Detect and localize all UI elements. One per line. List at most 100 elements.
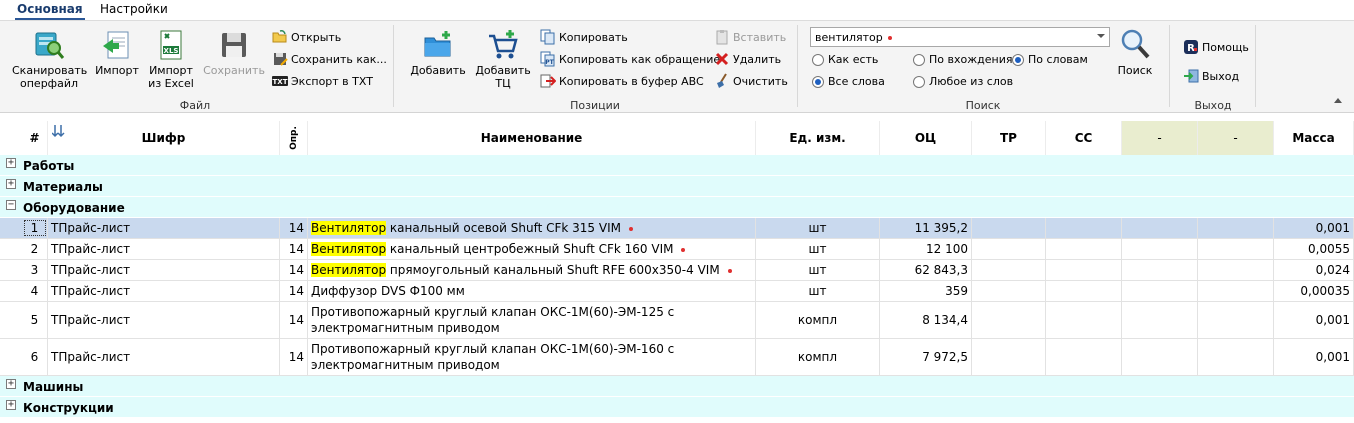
cell-opr[interactable]: 14 xyxy=(280,339,308,375)
copy-as-reference-button[interactable]: PT Копировать как обращение xyxy=(540,50,720,68)
col-dash-2[interactable]: - xyxy=(1198,121,1274,155)
copy-button[interactable]: Копировать xyxy=(540,28,628,46)
cell-name[interactable]: Противопожарный круглый клапан ОКС-1М(60… xyxy=(308,339,756,375)
export-txt-button[interactable]: TXT Экспорт в TXT xyxy=(272,72,373,90)
expand-icon[interactable]: + xyxy=(6,379,16,389)
group-row-works[interactable]: + Работы xyxy=(0,155,1354,176)
table-row[interactable]: 6 ТПрайс-лист 14 Противопожарный круглый кл… xyxy=(0,339,1354,376)
cell-dash-2[interactable] xyxy=(1198,281,1274,301)
clear-button[interactable]: Очистить xyxy=(714,72,788,90)
col-num[interactable]: # xyxy=(22,121,48,155)
cell-cc[interactable] xyxy=(1046,302,1122,338)
import-excel-button[interactable]: XLS Импорт из Excel xyxy=(146,29,196,90)
cell-opr[interactable]: 14 xyxy=(280,239,308,259)
cell-tr[interactable] xyxy=(972,302,1046,338)
col-name[interactable]: Наименование xyxy=(308,121,756,155)
cell-num[interactable]: 4 xyxy=(22,281,48,301)
cell-oc[interactable]: 11 395,2 xyxy=(880,218,972,238)
cell-tr[interactable] xyxy=(972,339,1046,375)
delete-button[interactable]: Удалить xyxy=(714,50,781,68)
col-oc[interactable]: ОЦ xyxy=(880,121,972,155)
cell-code[interactable]: ТПрайс-лист xyxy=(48,281,280,301)
cell-tr[interactable] xyxy=(972,281,1046,301)
table-row[interactable]: 1 ТПрайс-лист 14 Вентилятор канальный осево… xyxy=(0,218,1354,239)
cell-cc[interactable] xyxy=(1046,239,1122,259)
cell-dash-1[interactable] xyxy=(1122,239,1198,259)
table-row[interactable]: 4 ТПрайс-лист 14 Диффузор DVS Ф100 мм шт 359 0… xyxy=(0,281,1354,302)
col-tr[interactable]: ТР xyxy=(972,121,1046,155)
collapse-ribbon-icon[interactable] xyxy=(1334,98,1342,103)
cell-dash-1[interactable] xyxy=(1122,339,1198,375)
cell-code[interactable]: ТПрайс-лист xyxy=(48,218,280,238)
cell-oc[interactable]: 7 972,5 xyxy=(880,339,972,375)
search-input[interactable]: вентилятор xyxy=(810,27,1110,47)
sort-icon[interactable] xyxy=(52,124,66,138)
radio-as-is[interactable]: Как есть xyxy=(812,53,878,66)
expand-icon[interactable]: + xyxy=(6,400,16,410)
cell-name[interactable]: Диффузор DVS Ф100 мм xyxy=(308,281,756,301)
group-row-equipment[interactable]: − Оборудование xyxy=(0,197,1354,218)
cell-mass[interactable]: 0,001 xyxy=(1274,218,1354,238)
help-button[interactable]: R Помощь xyxy=(1183,38,1249,56)
cell-num[interactable]: 1 xyxy=(22,218,48,238)
cell-unit[interactable]: компл xyxy=(756,339,880,375)
cell-cc[interactable] xyxy=(1046,218,1122,238)
cell-num[interactable]: 5 xyxy=(22,302,48,338)
cell-num[interactable]: 2 xyxy=(22,239,48,259)
radio-by-words[interactable]: По словам xyxy=(1012,53,1088,66)
cell-unit[interactable]: компл xyxy=(756,302,880,338)
cell-num[interactable]: 6 xyxy=(22,339,48,375)
cell-unit[interactable]: шт xyxy=(756,260,880,280)
cell-mass[interactable]: 0,001 xyxy=(1274,339,1354,375)
cell-dash-2[interactable] xyxy=(1198,239,1274,259)
cell-unit[interactable]: шт xyxy=(756,218,880,238)
cell-name[interactable]: Вентилятор прямоугольный канальный Shuft… xyxy=(308,260,756,280)
cell-code[interactable]: ТПрайс-лист xyxy=(48,302,280,338)
add-button[interactable]: Добавить xyxy=(410,29,466,77)
tab-settings[interactable]: Настройки xyxy=(100,2,168,16)
add-tc-button[interactable]: Добавить ТЦ xyxy=(474,29,532,90)
copy-abc-button[interactable]: Копировать в буфер ABC xyxy=(540,72,704,90)
col-cc[interactable]: СС xyxy=(1046,121,1122,155)
cell-oc[interactable]: 359 xyxy=(880,281,972,301)
table-row[interactable]: 5 ТПрайс-лист 14 Противопожарный круглый кл… xyxy=(0,302,1354,339)
cell-unit[interactable]: шт xyxy=(756,281,880,301)
group-row-materials[interactable]: + Материалы xyxy=(0,176,1354,197)
table-row[interactable]: 3 ТПрайс-лист 14 Вентилятор прямоугольный к… xyxy=(0,260,1354,281)
cell-opr[interactable]: 14 xyxy=(280,260,308,280)
cell-dash-1[interactable] xyxy=(1122,302,1198,338)
cell-code[interactable]: ТПрайс-лист xyxy=(48,260,280,280)
save-as-button[interactable]: Сохранить как... xyxy=(272,50,387,68)
cell-code[interactable]: ТПрайс-лист xyxy=(48,339,280,375)
tab-main[interactable]: Основная xyxy=(15,2,85,20)
cell-mass[interactable]: 0,0055 xyxy=(1274,239,1354,259)
cell-cc[interactable] xyxy=(1046,281,1122,301)
cell-tr[interactable] xyxy=(972,260,1046,280)
table-row[interactable]: 2 ТПрайс-лист 14 Вентилятор канальный центр… xyxy=(0,239,1354,260)
open-button[interactable]: Открыть xyxy=(272,28,341,46)
cell-opr[interactable]: 14 xyxy=(280,302,308,338)
chevron-down-icon[interactable] xyxy=(1097,34,1105,38)
cell-dash-1[interactable] xyxy=(1122,281,1198,301)
cell-dash-2[interactable] xyxy=(1198,339,1274,375)
expand-icon[interactable]: + xyxy=(6,158,16,168)
search-button[interactable]: Поиск xyxy=(1116,27,1154,77)
cell-name[interactable]: Вентилятор канальный осевой Shuft CFk 31… xyxy=(308,218,756,238)
save-button[interactable]: Сохранить xyxy=(202,29,266,77)
scan-operfile-button[interactable]: Сканировать оперфайл xyxy=(12,29,87,90)
cell-dash-1[interactable] xyxy=(1122,260,1198,280)
cell-dash-2[interactable] xyxy=(1198,302,1274,338)
cell-dash-1[interactable] xyxy=(1122,218,1198,238)
radio-any-word[interactable]: Любое из слов xyxy=(913,75,1013,88)
cell-code[interactable]: ТПрайс-лист xyxy=(48,239,280,259)
cell-name[interactable]: Противопожарный круглый клапан ОКС-1М(60… xyxy=(308,302,756,338)
col-code[interactable]: Шифр xyxy=(48,121,280,155)
group-row-constructions[interactable]: + Конструкции xyxy=(0,397,1354,418)
cell-cc[interactable] xyxy=(1046,339,1122,375)
cell-mass[interactable]: 0,024 xyxy=(1274,260,1354,280)
col-opr[interactable]: Опр. xyxy=(280,121,308,155)
cell-cc[interactable] xyxy=(1046,260,1122,280)
cell-opr[interactable]: 14 xyxy=(280,218,308,238)
radio-all-words[interactable]: Все слова xyxy=(812,75,885,88)
cell-dash-2[interactable] xyxy=(1198,260,1274,280)
